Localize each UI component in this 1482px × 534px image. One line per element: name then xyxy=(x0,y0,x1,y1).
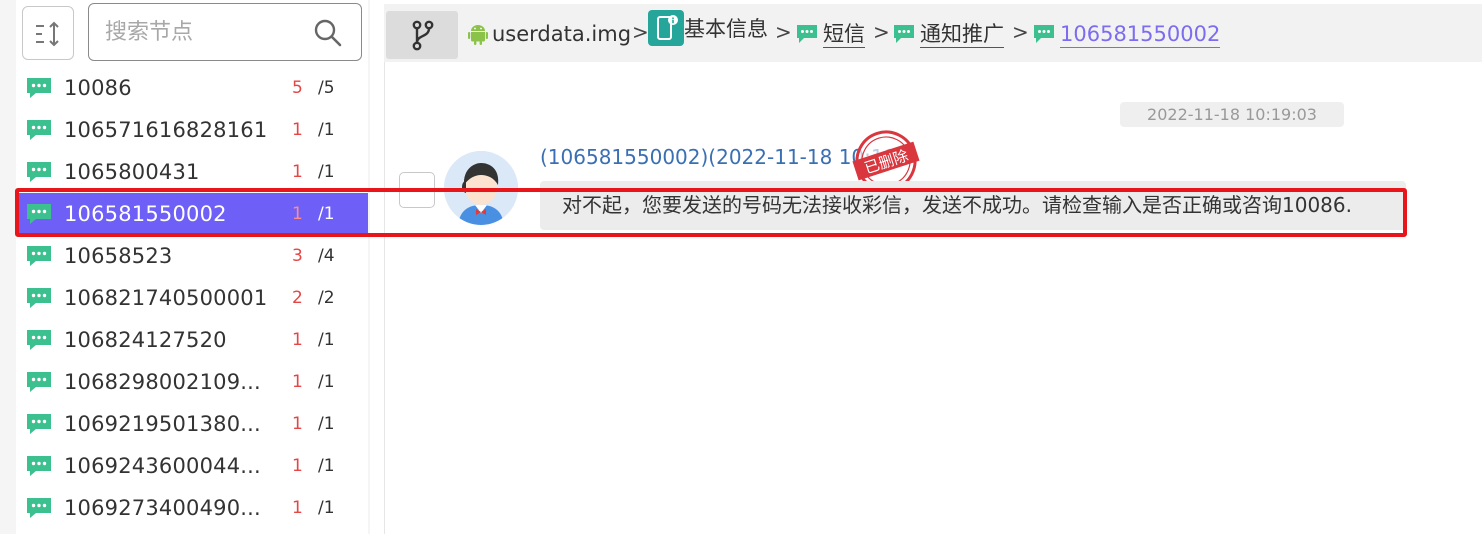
node-total-count: /4 xyxy=(318,246,335,266)
branch-icon xyxy=(412,20,434,51)
node-name: 106821740500001 xyxy=(64,286,268,310)
node-unread-count: 1 xyxy=(292,162,303,182)
node-name: 1065800431 xyxy=(64,160,200,184)
node-name: 1069219501380... xyxy=(64,412,261,436)
node-total-count: /1 xyxy=(318,498,335,518)
node-item[interactable]: 106581550002 1/1 xyxy=(16,193,368,235)
node-unread-count: 3 xyxy=(292,246,303,266)
node-total-count: /1 xyxy=(318,204,335,224)
node-name: 106824127520 xyxy=(64,328,227,352)
breadcrumb-separator: > xyxy=(632,20,649,44)
node-item[interactable]: 1069243600044... 1/1 xyxy=(16,445,368,487)
breadcrumb-item-basic-info[interactable]: 基本信息 xyxy=(648,10,768,46)
message-bubble: 对不起，您要发送的号码无法接收彩信，发送不成功。请检查输入是否正确或咨询1008… xyxy=(540,181,1406,230)
node-total-count: /1 xyxy=(318,162,335,182)
breadcrumb-label: 短信 xyxy=(823,21,865,48)
node-name: 10657161682816​1 xyxy=(64,118,268,142)
node-unread-count: 1 xyxy=(292,498,303,518)
message-icon xyxy=(27,498,51,518)
avatar xyxy=(444,151,518,225)
node-item[interactable]: 10086 5/5 xyxy=(16,67,368,109)
node-name: 10658523 xyxy=(64,244,173,268)
node-name: 1068298002109... xyxy=(64,370,261,394)
message-checkbox[interactable] xyxy=(399,172,435,208)
node-unread-count: 1 xyxy=(292,372,303,392)
message-icon xyxy=(27,288,51,308)
node-total-count: /2 xyxy=(318,288,335,308)
node-item[interactable]: 1065800431 1/1 xyxy=(16,151,368,193)
breadcrumb-item-userdata[interactable]: userdata.img xyxy=(468,18,631,50)
node-item[interactable]: 106824127520 1/1 xyxy=(16,319,368,361)
search-icon[interactable] xyxy=(313,18,343,48)
phone-info-icon xyxy=(648,10,684,46)
node-total-count: /1 xyxy=(318,120,335,140)
node-item[interactable]: 1068298002109... 1/1 xyxy=(16,361,368,403)
search-input[interactable] xyxy=(105,16,305,48)
node-item[interactable]: 10657161682816​1 1/1 xyxy=(16,109,368,151)
node-unread-count: 2 xyxy=(292,288,303,308)
message-panel xyxy=(384,62,1482,534)
message-icon xyxy=(27,78,51,98)
breadcrumb-separator: > xyxy=(775,20,792,44)
node-name: 10086 xyxy=(64,76,132,100)
breadcrumb-label: 通知推广 xyxy=(920,21,1004,48)
node-item[interactable]: 1069273400490... 1/1 xyxy=(16,487,368,529)
breadcrumb-item-notification[interactable]: 通知推广 xyxy=(892,18,1004,50)
node-unread-count: 5 xyxy=(292,78,303,98)
node-name: 1069273400490... xyxy=(64,496,261,520)
message-icon xyxy=(1034,25,1054,43)
sort-icon xyxy=(36,21,59,47)
node-item[interactable]: 106821740500001 2/2 xyxy=(16,277,368,319)
timestamp-badge: 2022-11-18 10:19:03 xyxy=(1120,102,1344,127)
android-icon xyxy=(468,25,488,45)
node-unread-count: 1 xyxy=(292,204,303,224)
node-unread-count: 1 xyxy=(292,414,303,434)
message-icon xyxy=(27,330,51,350)
node-total-count: /1 xyxy=(318,414,335,434)
breadcrumb-label: 106581550002 xyxy=(1060,21,1221,48)
breadcrumb-label: 基本信息 xyxy=(684,17,768,41)
branch-button[interactable] xyxy=(386,11,458,59)
node-total-count: /1 xyxy=(318,330,335,350)
node-item[interactable]: 1069219501380... 1/1 xyxy=(16,403,368,445)
message-sender-header: (106581550002)(2022-11-18 10:19 xyxy=(540,145,897,169)
node-unread-count: 1 xyxy=(292,120,303,140)
node-name: 106581550002 xyxy=(64,202,227,226)
breadcrumb-label: userdata.img xyxy=(492,22,632,46)
node-unread-count: 1 xyxy=(292,330,303,350)
node-total-count: /5 xyxy=(318,78,335,98)
node-item[interactable]: 10658523 3/4 xyxy=(16,235,368,277)
sort-button[interactable] xyxy=(22,6,74,60)
breadcrumb-separator: > xyxy=(1012,20,1029,44)
message-icon xyxy=(797,25,817,43)
message-icon xyxy=(27,162,51,182)
breadcrumb-item-sms[interactable]: 短信 xyxy=(795,18,865,50)
message-icon xyxy=(27,414,51,434)
node-list: 10086 5/5 10657161682816​1 1/1 1065800431 1/1… xyxy=(16,67,368,529)
node-total-count: /1 xyxy=(318,456,335,476)
breadcrumb-separator: > xyxy=(873,20,890,44)
node-name: 1069243600044... xyxy=(64,454,261,478)
message-icon xyxy=(894,25,914,43)
message-icon xyxy=(27,204,51,224)
breadcrumb-item-current[interactable]: 106581550002 xyxy=(1032,18,1221,50)
message-icon xyxy=(27,456,51,476)
message-icon xyxy=(27,120,51,140)
node-total-count: /1 xyxy=(318,372,335,392)
message-icon xyxy=(27,246,51,266)
node-unread-count: 1 xyxy=(292,456,303,476)
search-box xyxy=(88,3,362,61)
message-icon xyxy=(27,372,51,392)
